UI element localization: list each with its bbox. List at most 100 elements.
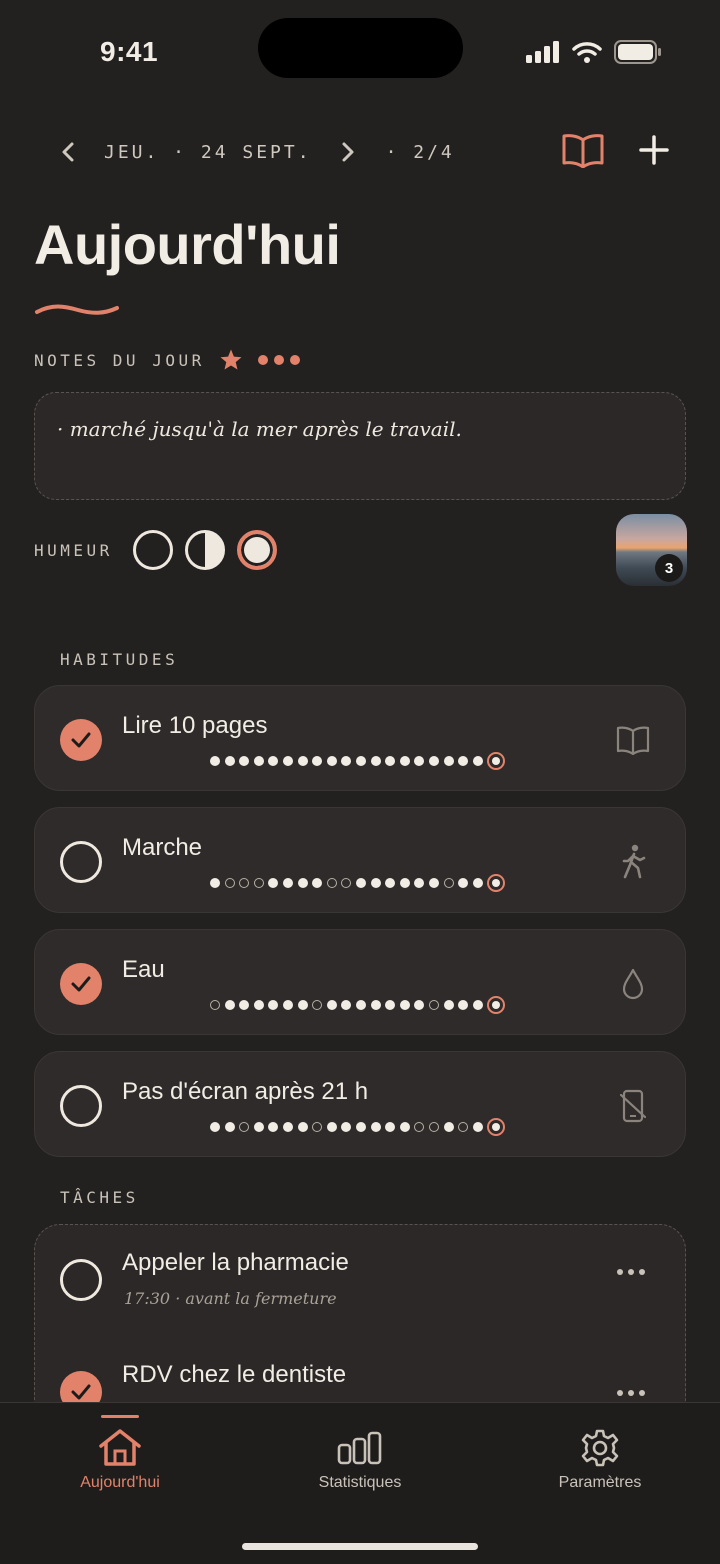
habit-checkbox[interactable] bbox=[60, 719, 102, 761]
previous-day-button[interactable] bbox=[54, 130, 82, 174]
habit-day-done bbox=[297, 756, 308, 766]
habit-checkbox[interactable] bbox=[60, 841, 102, 883]
tab-label: Aujourd'hui bbox=[80, 1474, 160, 1491]
habit-day-done bbox=[472, 756, 483, 766]
habit-checkbox[interactable] bbox=[60, 1085, 102, 1127]
task-checkbox[interactable] bbox=[60, 1259, 102, 1301]
habit-day-done bbox=[210, 1122, 220, 1132]
habit-day-done bbox=[341, 1122, 352, 1132]
walking-icon bbox=[615, 844, 651, 880]
habit-day-missed bbox=[326, 878, 337, 888]
home-indicator[interactable] bbox=[242, 1543, 478, 1550]
star-icon[interactable] bbox=[219, 348, 243, 372]
habit-day-today bbox=[487, 874, 506, 892]
habit-day-done bbox=[443, 1000, 454, 1010]
tasks-list: Appeler la pharmacie 17:30 · avant la fe… bbox=[34, 1224, 686, 1424]
more-icon[interactable] bbox=[257, 354, 301, 366]
notes-field[interactable]: · marché jusqu'à la mer après le travail… bbox=[34, 392, 686, 500]
habit-day-done bbox=[472, 1000, 483, 1010]
habit-day-done bbox=[443, 756, 454, 766]
habit-day-missed bbox=[224, 878, 235, 888]
habit-day-done bbox=[399, 1000, 410, 1010]
journal-button[interactable] bbox=[562, 132, 604, 173]
notes-header: NOTES DU JOUR bbox=[34, 348, 301, 372]
habit-day-done bbox=[370, 878, 381, 888]
habit-day-done bbox=[282, 878, 293, 888]
mood-option-full[interactable] bbox=[236, 530, 277, 570]
home-icon bbox=[98, 1426, 142, 1470]
habit-day-done bbox=[253, 1000, 264, 1010]
habit-day-done bbox=[355, 756, 366, 766]
active-tab-indicator bbox=[101, 1415, 139, 1418]
habit-day-done bbox=[414, 878, 425, 888]
habit-card[interactable]: Lire 10 pages bbox=[34, 685, 686, 791]
habit-history bbox=[210, 752, 506, 770]
no-phone-icon bbox=[615, 1088, 651, 1124]
tab-statistics[interactable]: Statistiques bbox=[240, 1403, 480, 1513]
add-button[interactable] bbox=[638, 134, 670, 171]
habit-day-done bbox=[385, 1000, 396, 1010]
habit-day-done bbox=[385, 878, 396, 888]
habit-day-done bbox=[297, 1122, 308, 1132]
habit-day-missed bbox=[443, 878, 454, 888]
habit-day-done bbox=[297, 1000, 308, 1010]
habit-name: Pas d'écran après 21 h bbox=[122, 1078, 369, 1105]
habit-checkbox[interactable] bbox=[60, 963, 102, 1005]
plus-icon bbox=[639, 134, 669, 165]
habit-day-done bbox=[443, 1122, 454, 1132]
tab-today[interactable]: Aujourd'hui bbox=[0, 1403, 240, 1513]
habit-day-done bbox=[458, 878, 469, 888]
photo-count-badge: 3 bbox=[655, 554, 683, 582]
habit-day-done bbox=[414, 1000, 425, 1010]
habit-day-done bbox=[428, 756, 439, 766]
photo-thumbnail[interactable]: 3 bbox=[616, 514, 687, 586]
habit-day-done bbox=[326, 1122, 337, 1132]
habit-name: Marche bbox=[122, 834, 203, 861]
task-more-icon[interactable] bbox=[617, 1390, 645, 1396]
habit-day-done bbox=[282, 756, 293, 766]
habit-day-missed bbox=[210, 1000, 220, 1010]
habit-day-done bbox=[399, 1122, 410, 1132]
mood-option-empty[interactable] bbox=[132, 530, 173, 570]
chevron-left-icon bbox=[62, 142, 74, 162]
habit-day-done bbox=[399, 756, 410, 766]
habit-day-today bbox=[487, 1118, 506, 1136]
habit-day-done bbox=[312, 756, 323, 766]
habit-day-done bbox=[312, 878, 323, 888]
habit-day-today bbox=[487, 996, 506, 1014]
habit-day-missed bbox=[458, 1122, 469, 1132]
habit-card[interactable]: Eau bbox=[34, 929, 686, 1035]
mood-row: HUMEUR bbox=[34, 530, 277, 570]
habit-day-done bbox=[282, 1122, 293, 1132]
habit-day-done bbox=[253, 1122, 264, 1132]
habit-card[interactable]: Marche bbox=[34, 807, 686, 913]
habit-day-missed bbox=[428, 1122, 439, 1132]
dynamic-island bbox=[258, 18, 463, 78]
wifi-icon bbox=[572, 42, 602, 63]
habit-day-done bbox=[355, 1122, 366, 1132]
habit-day-done bbox=[385, 1122, 396, 1132]
current-date[interactable]: JEU. · 24 SEPT. bbox=[104, 142, 312, 163]
habit-day-done bbox=[282, 1000, 293, 1010]
habit-day-done bbox=[326, 756, 337, 766]
task-name: Appeler la pharmacie bbox=[122, 1249, 349, 1276]
tab-settings[interactable]: Paramètres bbox=[480, 1403, 720, 1513]
habit-history bbox=[210, 874, 506, 892]
task-item[interactable]: Appeler la pharmacie 17:30 · avant la fe… bbox=[35, 1225, 685, 1325]
task-more-icon[interactable] bbox=[617, 1269, 645, 1275]
page-title: Aujourd'hui bbox=[34, 213, 341, 276]
habit-day-done bbox=[239, 1000, 250, 1010]
habit-card[interactable]: Pas d'écran après 21 h bbox=[34, 1051, 686, 1157]
mood-label: HUMEUR bbox=[34, 540, 113, 560]
mood-option-half[interactable] bbox=[184, 530, 225, 570]
habit-name: Lire 10 pages bbox=[122, 712, 268, 739]
habit-history bbox=[210, 996, 506, 1014]
stats-icon bbox=[337, 1426, 383, 1470]
next-day-button[interactable] bbox=[334, 130, 362, 174]
drop-icon bbox=[615, 966, 651, 1002]
habit-day-done bbox=[253, 756, 264, 766]
habit-day-today bbox=[487, 752, 506, 770]
tab-label: Statistiques bbox=[318, 1474, 402, 1491]
habit-day-done bbox=[355, 878, 366, 888]
habit-day-missed bbox=[253, 878, 264, 888]
